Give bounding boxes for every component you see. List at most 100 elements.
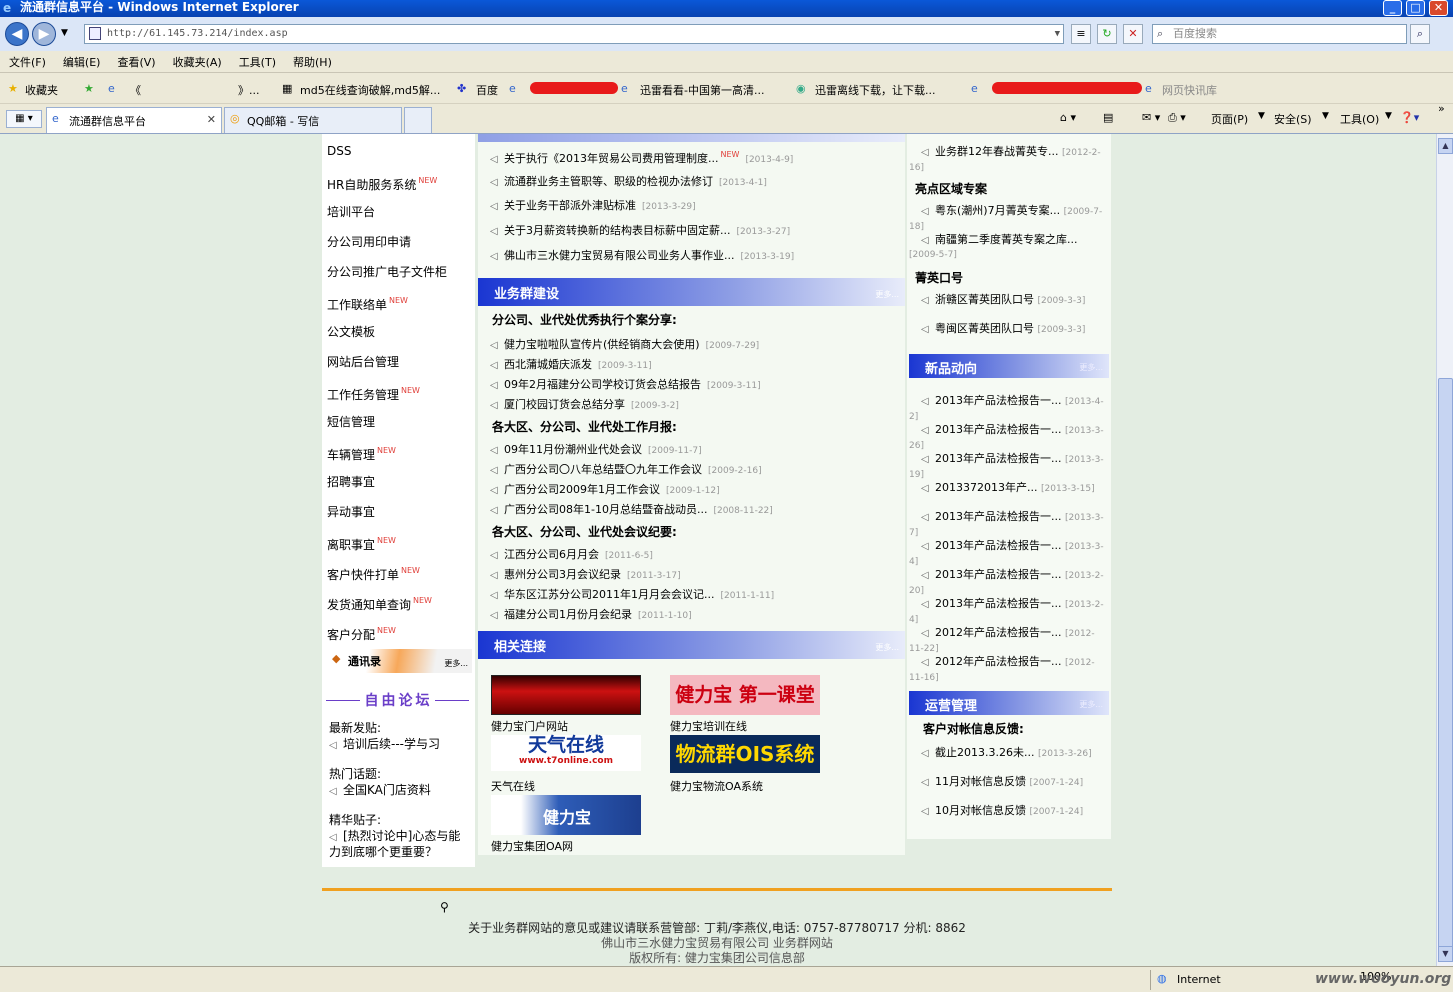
close-tab-icon[interactable]: ✕ (207, 113, 216, 126)
forum-latest[interactable]: ◁ 培训后续---学与习 (329, 737, 472, 753)
notice-item[interactable]: ◁ 关于执行《2013年贸易公司费用管理制度... NEW[2013-4-9] (490, 150, 793, 166)
build-more-link[interactable]: 更多... (875, 289, 899, 300)
left-nav-link[interactable]: 分公司用印申请 (327, 233, 411, 250)
favorite-link-md5[interactable]: md5在线查询破解,md5解... (300, 82, 440, 98)
search-input[interactable]: ⌕ 百度搜索 (1152, 24, 1407, 44)
left-nav-link[interactable]: 异动事宜 (327, 503, 375, 520)
link-caption[interactable]: 健力宝培训在线 (670, 718, 747, 734)
right-item[interactable]: ◁ 2013年产品法检报告一... [2013-3-7] (909, 510, 1107, 540)
menu-help[interactable]: 帮助(H) (284, 51, 340, 70)
left-nav-link[interactable]: 车辆管理 NEW (327, 446, 396, 463)
left-nav-link[interactable]: 网站后台管理 (327, 353, 399, 370)
right-item[interactable]: ◁ 11月对帐信息反馈 [2007-1-24] (909, 775, 1107, 790)
left-nav-link[interactable]: 离职事宜 NEW (327, 536, 396, 553)
link-caption[interactable]: 天气在线 (491, 778, 535, 794)
build-item[interactable]: ◁ 健力宝啦啦队宣传片(供经销商大会使用) [2009-7-29] (490, 336, 759, 352)
build-item[interactable]: ◁ 广西分公司08年1-10月总结暨奋战动员... [2008-11-22] (490, 501, 773, 517)
link-caption[interactable]: 健力宝集团OA网 (491, 838, 573, 854)
right-item[interactable]: ◁ 业务群12年春战菁英专... [2012-2-16] (909, 145, 1107, 175)
right-item[interactable]: ◁ 2012年产品法检报告一... [2012-11-16] (909, 655, 1107, 685)
left-nav-link[interactable]: DSS (327, 144, 351, 158)
scrollbar-thumb[interactable] (1438, 378, 1453, 958)
mail-icon[interactable]: ✉ ▾ (1142, 111, 1160, 124)
menu-view[interactable]: 查看(V) (108, 51, 163, 70)
jianlibao-portal-logo[interactable] (491, 675, 641, 715)
favorites-button[interactable]: 收藏夹 (25, 82, 58, 98)
build-item[interactable]: ◁ 福建分公司1月份月会纪录 [2011-1-10] (490, 606, 692, 622)
address-dropdown-icon[interactable]: ▼ (1055, 25, 1060, 43)
address-input[interactable]: http://61.145.73.214/index.asp ▼ (84, 24, 1064, 44)
right-item[interactable]: ◁ 2012年产品法检报告一... [2012-11-22] (909, 626, 1107, 656)
right-item[interactable]: ◁ 2013年产品法检报告一... [2013-3-26] (909, 423, 1107, 453)
left-nav-link[interactable]: 工作联络单 NEW (327, 296, 408, 313)
help-icon[interactable]: ❓▾ (1400, 111, 1419, 124)
link-caption[interactable]: 健力宝门户网站 (491, 718, 568, 734)
weather-online-logo[interactable]: 天气在线 www.t7online.com (491, 735, 641, 771)
minimize-button[interactable]: _ (1383, 0, 1402, 16)
add-favorite-icon[interactable]: ★ (84, 82, 94, 95)
left-nav-link[interactable]: 分公司推广电子文件柜 (327, 263, 447, 280)
scroll-down-arrow-icon[interactable]: ▼ (1438, 946, 1453, 962)
build-item[interactable]: ◁ 厦门校园订货会总结分享 [2009-3-2] (490, 396, 679, 412)
left-nav-link[interactable]: 工作任务管理 NEW (327, 386, 420, 403)
menu-edit[interactable]: 编辑(E) (54, 51, 109, 70)
tab-liutong[interactable]: e 流通群信息平台 ✕ (46, 107, 222, 133)
build-item[interactable]: ◁ 广西分公司2009年1月工作会议 [2009-1-12] (490, 481, 720, 497)
right-item[interactable]: ◁ 10月对帐信息反馈 [2007-1-24] (909, 804, 1107, 819)
notice-item[interactable]: ◁ 佛山市三水健力宝贸易有限公司业务人事作业... [2013-3-19] (490, 247, 794, 263)
new-tab-button[interactable] (404, 107, 432, 133)
forum-elite[interactable]: ◁ [热烈讨论中]心态与能力到底哪个更重要？ (329, 829, 472, 859)
menu-file[interactable]: 文件(F) (0, 51, 54, 70)
window-title-bar[interactable]: e 流通群信息平台 - Windows Internet Explorer _ … (0, 0, 1453, 17)
group-oa-logo[interactable]: 健力宝 (491, 795, 641, 835)
scroll-up-arrow-icon[interactable]: ▲ (1438, 138, 1453, 154)
favorite-link-baidu[interactable]: 百度 (476, 82, 498, 98)
right-item[interactable]: ◁ 2013年产品法检报告一... [2013-2-20] (909, 568, 1107, 598)
home-icon[interactable]: ⌂ ▾ (1060, 111, 1076, 124)
forward-button[interactable]: ▶ (32, 22, 56, 46)
right-item[interactable]: ◁ 2013372013年产... [2013-3-15] (909, 481, 1107, 496)
build-item[interactable]: ◁ 09年11月份潮州业代处会议 [2009-11-7] (490, 441, 702, 457)
notice-item[interactable]: ◁ 关于3月薪资转换新的结构表目标薪中固定薪... [2013-3-27] (490, 222, 790, 238)
refresh-button[interactable]: ↻ (1097, 24, 1117, 44)
tools-menu[interactable]: 工具(O) (1340, 111, 1379, 127)
build-item[interactable]: ◁ 09年2月福建分公司学校订货会总结报告 [2009-3-11] (490, 376, 761, 392)
build-item[interactable]: ◁ 惠州分公司3月会议纪录 [2011-3-17] (490, 566, 681, 582)
notice-item[interactable]: ◁ 关于业务干部派外津贴标准 [2013-3-29] (490, 197, 696, 213)
left-nav-link[interactable]: 客户分配 NEW (327, 626, 396, 643)
favorite-link-xunlei-kankan[interactable]: 迅雷看看-中国第一高清... (640, 82, 764, 98)
forum-hot[interactable]: ◁ 全国KA门店资料 (329, 783, 472, 799)
contacts-more-link[interactable]: 更多... (444, 658, 468, 669)
history-dropdown-icon[interactable]: ▼ (61, 28, 68, 38)
search-go-button[interactable]: ⌕ (1410, 24, 1430, 44)
favorite-link-1b[interactable]: 》... (238, 82, 260, 98)
link-caption[interactable]: 健力宝物流OA系统 (670, 778, 763, 794)
compatibility-icon[interactable]: ≡ (1071, 24, 1091, 44)
left-nav-link[interactable]: 客户快件打单 NEW (327, 566, 420, 583)
tab-qqmail[interactable]: ◎ QQ邮箱 - 写信 (224, 107, 402, 133)
right-item[interactable]: ◁ 浙赣区菁英团队口号 [2009-3-3] (909, 293, 1107, 308)
rss-feed-icon[interactable]: ▤ (1103, 111, 1113, 124)
back-button[interactable]: ◀ (5, 22, 29, 46)
stop-button[interactable]: ✕ (1123, 24, 1143, 44)
links-more-link[interactable]: 更多... (875, 642, 899, 653)
products-more-link[interactable]: 更多... (1079, 362, 1103, 373)
right-item[interactable]: ◁ 截止2013.3.26未... [2013-3-26] (909, 746, 1107, 761)
build-item[interactable]: ◁ 华东区江苏分公司2011年1月月会会议记... [2011-1-11] (490, 586, 774, 602)
right-item[interactable]: ◁ 南疆第二季度菁英专案之库... [2009-5-7] (909, 233, 1107, 262)
right-item[interactable]: ◁ 2013年产品法检报告一... [2013-3-4] (909, 539, 1107, 569)
left-nav-link[interactable]: 招聘事宜 (327, 473, 375, 490)
contacts-link[interactable]: ◆ 通讯录 更多... (324, 649, 472, 673)
vertical-scrollbar[interactable]: ▲ ▼ (1436, 134, 1453, 966)
left-nav-link[interactable]: HR自助服务系统 NEW (327, 176, 437, 193)
safety-menu[interactable]: 安全(S) (1274, 111, 1312, 127)
build-item[interactable]: ◁ 广西分公司〇八年总结暨〇九年工作会议 [2009-2-16] (490, 461, 762, 477)
ops-more-link[interactable]: 更多... (1079, 699, 1103, 710)
quick-tabs-icon[interactable]: ▦ ▾ (6, 110, 42, 128)
menu-favorites[interactable]: 收藏夹(A) (164, 51, 230, 70)
right-item[interactable]: ◁ 2013年产品法检报告一... [2013-4-2] (909, 394, 1107, 424)
right-item[interactable]: ◁ 2013年产品法检报告一... [2013-3-19] (909, 452, 1107, 482)
favorite-link-xunlei-offline[interactable]: 迅雷离线下载，让下载... (815, 82, 936, 98)
right-item[interactable]: ◁ 粤东(潮州)7月菁英专案... [2009-7-18] (909, 204, 1107, 234)
favorite-link-1a[interactable]: 《 (130, 82, 141, 98)
